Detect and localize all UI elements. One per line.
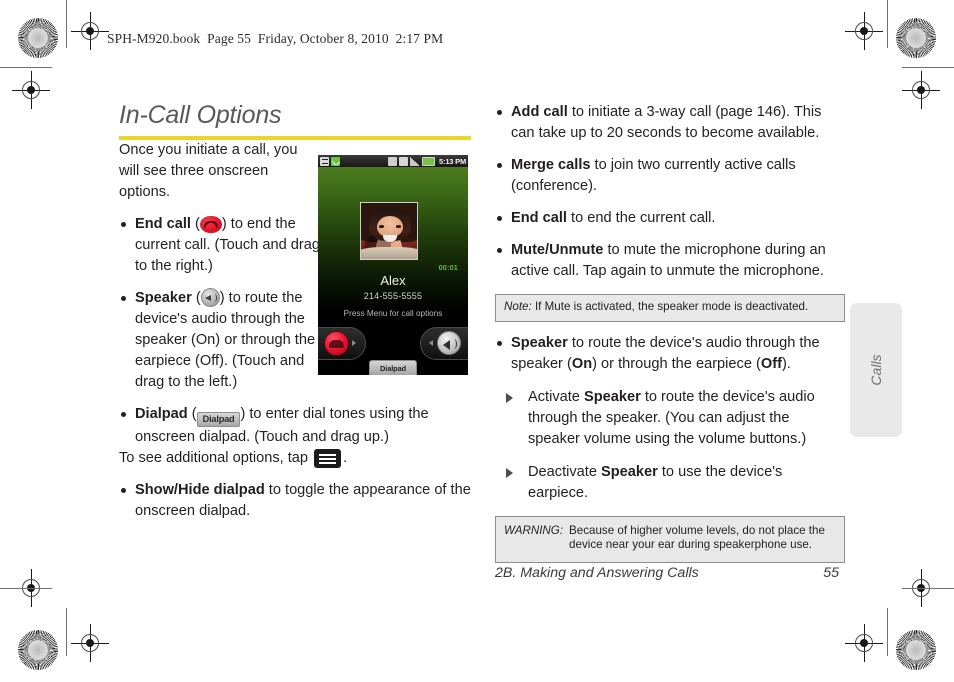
speaker-icon	[200, 288, 220, 307]
additional-options-paragraph: To see additional options, tap .	[119, 448, 471, 469]
status-bar-right-icons: 5:13 PM	[388, 156, 466, 166]
caller-number: 214-555-5555	[363, 291, 423, 301]
trim-line-top-left	[66, 0, 67, 48]
menu-icon	[314, 449, 342, 468]
additional-options-lead: To see additional options, tap	[119, 450, 309, 466]
dialpad-icon: Dialpad	[196, 412, 241, 427]
print-density-target-bottom-right	[896, 630, 936, 670]
warning-text: Because of higher volume levels, do not …	[569, 523, 825, 552]
status-bar-left-icons	[320, 156, 340, 166]
mute-unmute-label: Mute/Unmute	[511, 242, 604, 258]
deactivate-speaker-bold: Speaker	[601, 463, 658, 480]
caller-avatar	[360, 202, 418, 260]
chapter-thumb-tab-label: Calls	[868, 354, 884, 386]
list-item-dialpad: Dialpad (Dialpad) to enter dial tones us…	[119, 404, 475, 448]
end-call-right-text: to end the current call.	[566, 210, 716, 226]
call-options-hint: Press Menu for call options	[343, 309, 443, 318]
footer-page-number: 55	[823, 565, 839, 581]
note-text: If Mute is activated, the speaker mode i…	[534, 300, 809, 313]
list-item-merge-calls: Merge calls to join two currently active…	[495, 155, 845, 197]
in-call-screen: 00:01 Alex 214-555-5555 Press Menu for c…	[318, 167, 468, 375]
active-call-icon	[331, 156, 340, 166]
list-item-speaker-right: Speaker to route the device's audio thro…	[495, 333, 845, 375]
list-item-mute-unmute: Mute/Unmute to mute the microphone durin…	[495, 240, 845, 282]
list-item-end-call-right: End call to end the current call.	[495, 208, 845, 229]
list-item-end-call: End call () to end the current call. (To…	[119, 214, 331, 277]
registration-mark-left	[12, 71, 50, 109]
intro-paragraph: Once you initiate a call, you will see t…	[119, 142, 298, 200]
trim-line-bottom-right	[887, 608, 888, 656]
registration-mark-bottom-left	[71, 624, 109, 662]
end-call-label: End call	[135, 216, 191, 232]
trim-line-left-top	[0, 67, 52, 68]
speaker-option-list: Speaker to route the device's audio thro…	[495, 333, 845, 375]
trim-line-bottom-left	[66, 608, 67, 656]
registration-mark-top-left	[71, 12, 109, 50]
dialpad-tab[interactable]: Dialpad	[369, 360, 417, 375]
end-call-icon	[199, 216, 222, 233]
deactivate-speaker-pre: Deactivate	[528, 463, 602, 480]
caller-name: Alex	[380, 273, 406, 288]
trim-line-top-right	[887, 0, 888, 48]
note-label: Note:	[504, 300, 532, 313]
warning-callout: WARNING: Because of higher volume levels…	[495, 515, 845, 563]
substep-activate-speaker: Activate Speaker to route the device's a…	[495, 387, 845, 450]
speaker-right-part2: ) or through the earpiece (	[592, 355, 761, 372]
end-call-button[interactable]	[324, 331, 349, 356]
list-item-speaker: Speaker () to route the device's audio t…	[119, 288, 331, 393]
warning-label: WARNING:	[504, 523, 564, 537]
bluetooth-icon	[388, 156, 398, 166]
speaker-substeps-list: Activate Speaker to route the device's a…	[495, 387, 845, 504]
battery-icon	[422, 156, 436, 166]
show-hide-dialpad-label: Show/Hide dialpad	[135, 482, 265, 498]
speaker-right-label: Speaker	[511, 334, 568, 351]
end-call-right-label: End call	[511, 210, 567, 226]
print-density-target-top-left	[18, 18, 58, 58]
registration-mark-right	[902, 71, 940, 109]
show-hide-list: Show/Hide dialpad to toggle the appearan…	[119, 480, 471, 522]
drag-left-arrow-icon	[429, 340, 433, 346]
speaker-right-part3: ).	[781, 355, 791, 372]
speaker-off-value: Off	[760, 355, 782, 372]
page-footer: 2B. Making and Answering Calls 55	[495, 565, 847, 581]
manual-page: SPH-M920.book Page 55 Friday, October 8,…	[0, 0, 954, 682]
trim-line-right-bottom	[902, 588, 954, 589]
trim-line-left-bottom	[0, 588, 52, 589]
dialpad-label: Dialpad	[135, 406, 188, 422]
list-item-show-hide-dialpad: Show/Hide dialpad to toggle the appearan…	[119, 480, 475, 522]
print-density-target-bottom-left	[18, 630, 58, 670]
registration-mark-bottom-right	[845, 624, 883, 662]
registration-mark-top-right	[845, 12, 883, 50]
dialpad-paren-open: (	[187, 406, 197, 422]
substep-deactivate-speaker: Deactivate Speaker to use the device's e…	[495, 462, 845, 504]
right-column: Add call to initiate a 3-way call (page …	[495, 100, 845, 563]
merge-calls-label: Merge calls	[511, 157, 591, 173]
signal-icon	[410, 156, 421, 166]
speaker-label: Speaker	[135, 290, 192, 306]
chapter-thumb-tab: Calls	[850, 303, 902, 437]
speaker-on-value: On	[571, 355, 593, 372]
speaker-button[interactable]	[437, 331, 461, 355]
list-item-add-call: Add call to initiate a 3-way call (page …	[495, 102, 845, 144]
end-call-paren-open: (	[190, 216, 200, 232]
note-callout: Note: If Mute is activated, the speaker …	[495, 294, 845, 322]
call-timer: 00:01	[438, 263, 458, 272]
add-call-label: Add call	[511, 104, 568, 120]
activate-speaker-bold: Speaker	[583, 388, 641, 405]
speaker-paren-open: (	[191, 290, 201, 306]
right-options-list: Add call to initiate a 3-way call (page …	[495, 102, 845, 282]
print-density-target-top-right	[896, 18, 936, 58]
activate-speaker-pre: Activate	[528, 388, 584, 405]
status-bar-clock: 5:13 PM	[439, 156, 466, 166]
footer-chapter: 2B. Making and Answering Calls	[495, 565, 699, 581]
device-status-bar: 5:13 PM	[318, 155, 468, 167]
message-icon	[320, 156, 329, 166]
page-title: In-Call Options	[119, 101, 282, 129]
trim-line-right-top	[902, 67, 954, 68]
phone-screenshot: 5:13 PM 00:01 Alex 214-555-5555 Press Me…	[318, 155, 468, 375]
running-head: SPH-M920.book Page 55 Friday, October 8,…	[107, 31, 444, 46]
vibrate-icon	[399, 156, 409, 166]
additional-options-period: .	[343, 450, 348, 466]
drag-right-arrow-icon	[352, 340, 356, 346]
